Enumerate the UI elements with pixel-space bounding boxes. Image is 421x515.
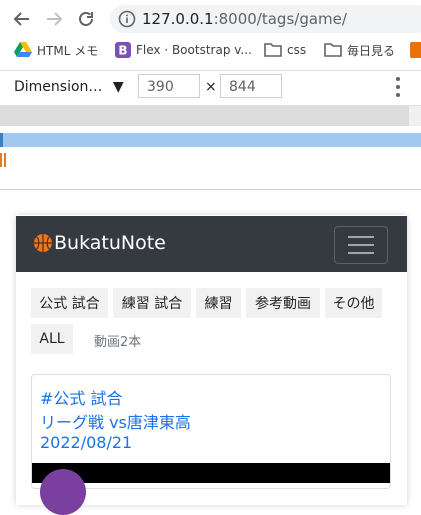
bookmark-label: 毎日見る xyxy=(347,43,396,58)
reload-button[interactable] xyxy=(74,7,98,31)
tag-other[interactable]: その他 xyxy=(325,288,382,318)
tag-all[interactable]: ALL xyxy=(31,324,73,354)
media-query-bar-end xyxy=(409,106,421,126)
forward-button[interactable] xyxy=(42,7,66,31)
media-query-marker-orange[interactable] xyxy=(0,153,2,167)
width-input[interactable]: 390 xyxy=(138,74,200,98)
dimension-label: Dimension… xyxy=(14,79,103,95)
tag-practice-match[interactable]: 練習 試合 xyxy=(113,288,191,318)
bookmark-folder-css[interactable]: css xyxy=(264,40,306,60)
height-input[interactable]: 844 xyxy=(220,74,282,98)
forward-arrow-icon xyxy=(47,12,63,26)
basketball-icon xyxy=(34,234,52,252)
bookmark-label: Flex · Bootstrap v... xyxy=(136,43,252,57)
brand-name: BukatuNote xyxy=(54,232,166,254)
dimension-select[interactable]: Dimension… ▼ xyxy=(14,79,124,95)
back-arrow-icon xyxy=(13,12,29,26)
post-title-link[interactable]: リーグ戦 vs唐津東高 xyxy=(40,409,191,433)
post-tag-link[interactable]: #公式 試合 xyxy=(40,385,123,409)
tag-official-match[interactable]: 公式 試合 xyxy=(31,288,108,318)
reload-icon xyxy=(79,12,93,26)
folder-icon xyxy=(264,43,282,57)
navbar-toggle-button[interactable] xyxy=(334,226,388,264)
bookmark-overflow-icon[interactable] xyxy=(410,42,421,58)
video-thumbnail[interactable] xyxy=(32,463,390,483)
bookmark-folder-daily[interactable]: 毎日見る xyxy=(324,40,395,60)
url-host: 127.0.0.1 xyxy=(142,10,214,28)
bookmark-label: HTML メモ xyxy=(37,43,99,58)
ruler-divider xyxy=(0,189,421,190)
site-brand[interactable]: BukatuNote xyxy=(33,232,166,254)
site-info-icon[interactable] xyxy=(118,10,136,32)
bookmark-html-memo[interactable]: HTML メモ xyxy=(14,40,98,60)
channel-avatar xyxy=(40,469,86,515)
video-count: 動画2本 xyxy=(94,335,142,350)
media-query-marker-orange[interactable] xyxy=(4,153,6,167)
media-query-bar-blue[interactable] xyxy=(0,133,421,147)
url-text[interactable]: 127.0.0.1:8000/tags/game/ xyxy=(142,10,347,28)
svg-text:B: B xyxy=(118,44,127,58)
bootstrap-icon: B xyxy=(115,42,131,58)
dimension-separator: × xyxy=(205,79,217,95)
bookmark-bootstrap[interactable]: B Flex · Bootstrap v... xyxy=(115,40,252,60)
tag-practice[interactable]: 練習 xyxy=(196,288,241,318)
more-options-icon[interactable] xyxy=(393,77,403,97)
back-button[interactable] xyxy=(10,7,34,31)
url-path: :8000/tags/game/ xyxy=(213,10,347,28)
folder-icon xyxy=(324,43,342,57)
media-query-bar[interactable] xyxy=(0,106,409,126)
bookmark-label: css xyxy=(287,43,307,57)
drive-icon xyxy=(14,42,32,58)
tag-reference-video[interactable]: 参考動画 xyxy=(246,288,320,318)
post-date-link[interactable]: 2022/08/21 xyxy=(40,433,132,452)
dropdown-triangle-icon: ▼ xyxy=(112,79,124,95)
media-query-marker xyxy=(0,133,3,147)
